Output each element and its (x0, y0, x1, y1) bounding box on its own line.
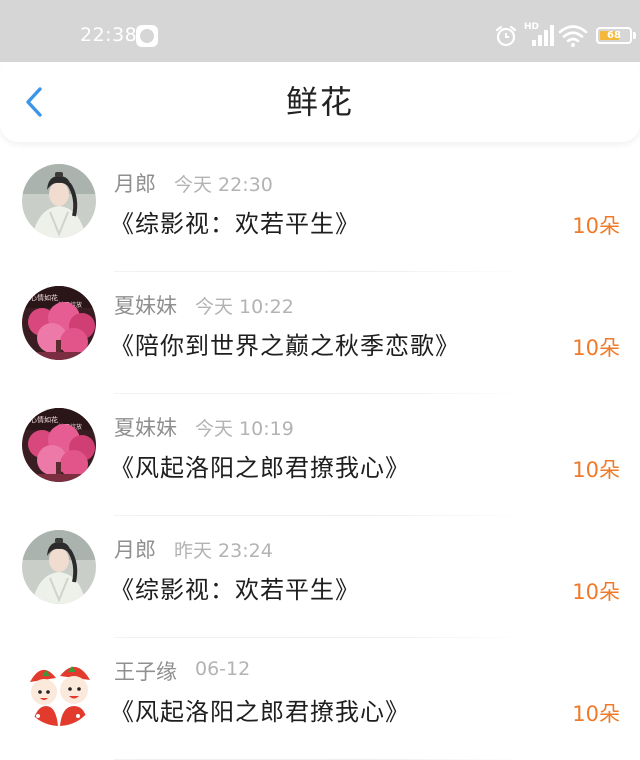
signal-icon (532, 25, 554, 46)
wechat-icon (136, 25, 158, 47)
sender-name: 王子缘 (114, 660, 177, 684)
list-item[interactable]: 月郎 昨天 23:24 《综影视：欢若平生》 10朵 (0, 516, 640, 638)
send-time: 今天 10:19 (195, 418, 294, 440)
sender-name: 夏妹妹 (114, 294, 177, 318)
flower-count: 10朵 (572, 580, 620, 604)
send-time: 昨天 23:24 (174, 540, 273, 562)
book-title: 《风起洛阳之郎君撩我心》 (110, 698, 410, 726)
svg-text:心情如花: 心情如花 (30, 415, 58, 424)
status-icons: HD 68 (440, 0, 640, 62)
sender-name: 夏妹妹 (114, 416, 177, 440)
send-time: 今天 10:22 (195, 296, 294, 318)
page-title: 鲜花 (285, 83, 354, 121)
flower-count: 10朵 (572, 702, 620, 726)
sender-name: 月郎 (114, 172, 156, 196)
list-item[interactable]: 心情如花 美丽绽放 夏妹妹今天 10:19 《风起洛阳之郎君撩我心》 10朵 (0, 394, 640, 516)
list-item[interactable]: 心情如花 美丽绽放 夏妹妹今天 10:22 《陪你到世界之巅之秋季恋歌》 10朵 (0, 272, 640, 394)
avatar[interactable] (22, 652, 96, 726)
flower-count: 10朵 (572, 458, 620, 482)
battery-icon: 68 (596, 27, 632, 44)
avatar[interactable]: 心情如花 美丽绽放 (22, 408, 96, 482)
back-button[interactable] (20, 84, 54, 120)
book-title: 《风起洛阳之郎君撩我心》 (110, 454, 410, 482)
avatar[interactable] (22, 530, 96, 604)
send-time: 今天 22:30 (174, 174, 273, 196)
sender-name: 月郎 (114, 538, 156, 562)
avatar[interactable] (22, 164, 96, 238)
header: 鲜花 (0, 62, 640, 142)
flower-count: 10朵 (572, 214, 620, 238)
list-item[interactable]: 王子缘 06-12 《风起洛阳之郎君撩我心》 10朵 (0, 638, 640, 760)
battery-level: 68 (607, 30, 621, 41)
avatar[interactable]: 心情如花 美丽绽放 (22, 286, 96, 360)
status-bar: 22:38 HD 68 (0, 0, 640, 62)
wifi-icon (558, 25, 588, 47)
send-time: 06-12 (195, 658, 251, 680)
flower-count: 10朵 (572, 336, 620, 360)
alarm-icon (495, 25, 517, 47)
book-title: 《陪你到世界之巅之秋季恋歌》 (110, 332, 460, 360)
status-time: 22:38 (80, 24, 138, 46)
gift-list: 月郎今天 22:30《综影视：欢若平生》10朵 心情如花 美丽绽放 夏妹妹今天 … (0, 150, 640, 760)
book-title: 《综影视：欢若平生》 (110, 576, 360, 604)
list-item[interactable]: 月郎 今天 22:30 《综影视：欢若平生》 10朵 (0, 150, 640, 272)
book-title: 《综影视：欢若平生》 (110, 210, 360, 238)
svg-text:心情如花: 心情如花 (30, 293, 58, 302)
chevron-left-icon (26, 87, 42, 117)
